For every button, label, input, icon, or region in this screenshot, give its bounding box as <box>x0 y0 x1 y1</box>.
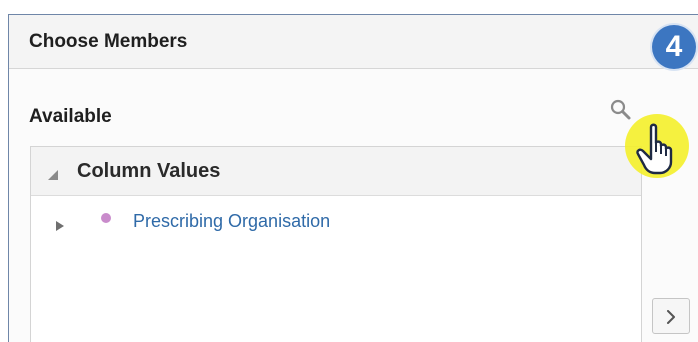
hand-cursor-icon <box>624 112 696 184</box>
collapse-triangle-icon[interactable] <box>48 167 58 180</box>
panel-header: Choose Members <box>9 15 698 69</box>
tree-group-header[interactable]: Column Values <box>31 147 641 196</box>
step-number-badge: 4 <box>652 25 696 69</box>
dialog-frame: Choose Members 4 Available Column Values <box>0 0 698 342</box>
tree-row[interactable]: Prescribing Organisation <box>31 205 641 237</box>
chevron-right-icon <box>667 310 675 324</box>
available-members-tree: Column Values Prescribing Organisation <box>30 146 642 342</box>
available-label: Available <box>29 106 112 127</box>
tree-group-label: Column Values <box>77 160 221 182</box>
member-dot-icon <box>101 213 111 223</box>
panel-title: Choose Members <box>29 31 188 52</box>
move-right-button[interactable] <box>652 298 690 334</box>
expand-triangle-icon[interactable] <box>56 218 64 231</box>
tree-item-label[interactable]: Prescribing Organisation <box>133 211 330 232</box>
